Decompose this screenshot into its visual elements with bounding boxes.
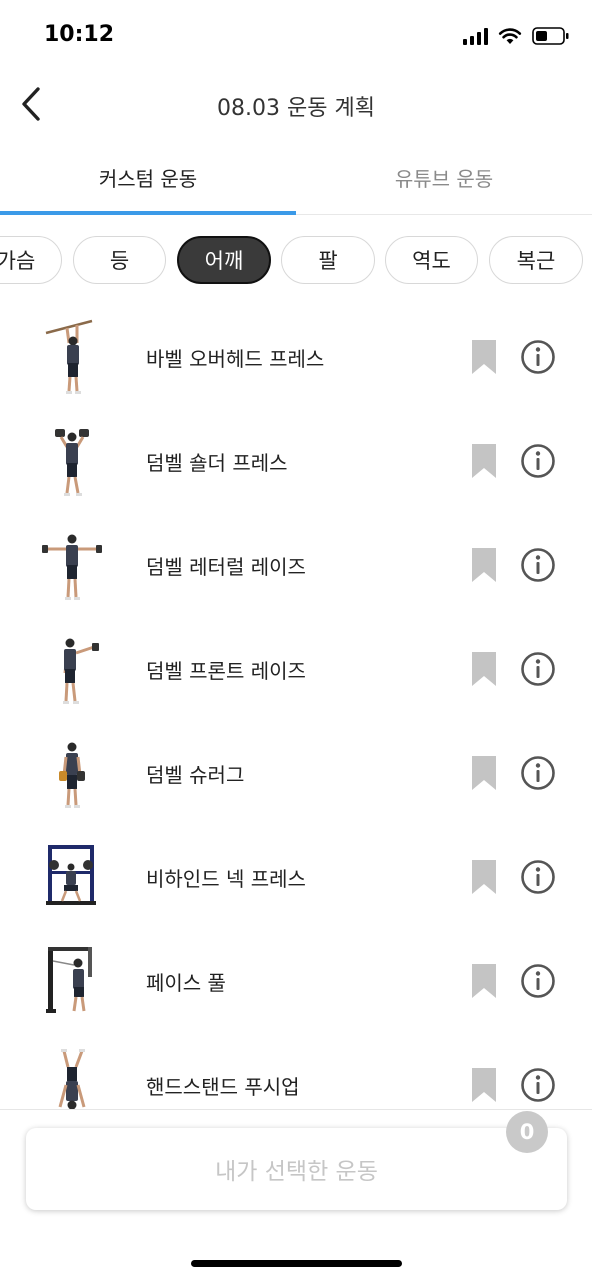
screen: 10:12 08.03 운동 계획 커스텀 운동 유튜브 운동 가슴 등 어깨 … [0,0,592,1280]
bookmark-icon[interactable] [471,547,497,583]
exercise-name: 덤벨 레터럴 레이즈 [146,555,306,579]
status-bar: 10:12 [0,0,592,72]
exercise-row-dumbbell-lateral-raise[interactable]: 덤벨 레터럴 레이즈 [0,513,592,617]
exercise-row-barbell-overhead-press[interactable]: 바벨 오버헤드 프레스 [0,305,592,409]
battery-icon [532,27,569,45]
info-icon[interactable] [520,963,556,999]
dumbbell-lateral-raise-photo [42,534,102,600]
face-pull-photo [46,947,92,1013]
exercise-name: 덤벨 슈러그 [146,763,245,787]
status-time: 10:12 [44,22,115,47]
exercise-name: 덤벨 숄더 프레스 [146,451,288,475]
category-chips: 가슴 등 어깨 팔 역도 복근 [0,236,592,286]
divider [0,1109,592,1110]
header: 08.03 운동 계획 [0,72,592,136]
exercise-name: 비하인드 넥 프레스 [146,867,306,891]
info-icon[interactable] [520,651,556,687]
active-tab-indicator [0,211,296,215]
exercise-row-face-pull[interactable]: 페이스 풀 [0,929,592,1033]
bookmark-icon[interactable] [471,443,497,479]
exercise-name: 바벨 오버헤드 프레스 [146,347,325,371]
info-icon[interactable] [520,755,556,791]
bookmark-icon[interactable] [471,859,497,895]
tab-custom-exercise[interactable]: 커스텀 운동 [0,140,296,214]
my-selected-exercises-label: 내가 선택한 운동 [215,1159,378,1185]
dumbbell-shrug-photo [59,742,85,808]
exercise-name: 덤벨 프론트 레이즈 [146,659,306,683]
exercise-name: 페이스 풀 [146,971,226,995]
status-icons [463,24,570,48]
info-icon[interactable] [520,1067,556,1103]
info-icon[interactable] [520,547,556,583]
bookmark-icon[interactable] [471,963,497,999]
cellular-signal-icon [463,27,488,45]
bookmark-icon[interactable] [471,339,497,375]
chip-weightlifting[interactable]: 역도 [385,236,478,284]
chip-shoulder[interactable]: 어깨 [177,236,271,284]
chip-arm[interactable]: 팔 [281,236,375,284]
bookmark-icon[interactable] [471,1067,497,1103]
dumbbell-front-raise-photo [63,638,99,704]
home-indicator [191,1260,402,1267]
exercise-name: 핸드스탠드 푸시업 [146,1075,300,1099]
selected-count-badge: 0 [506,1111,548,1153]
tab-youtube-exercise[interactable]: 유튜브 운동 [296,140,592,214]
exercise-row-handstand-pushup[interactable]: 핸드스탠드 푸시업 [0,1033,592,1109]
page-title: 08.03 운동 계획 [217,96,375,121]
exercise-row-dumbbell-shoulder-press[interactable]: 덤벨 숄더 프레스 [0,409,592,513]
tab-bar: 커스텀 운동 유튜브 운동 [0,140,592,215]
exercise-list: 바벨 오버헤드 프레스 덤벨 숄더 프레스 덤벨 레터럴 레이즈 덤벨 프론트 … [0,305,592,1109]
exercise-row-behind-neck-press[interactable]: 비하인드 넥 프레스 [0,825,592,929]
exercise-row-dumbbell-shrug[interactable]: 덤벨 슈러그 [0,721,592,825]
bookmark-icon[interactable] [471,755,497,791]
info-icon[interactable] [520,339,556,375]
barbell-overhead-press-photo [45,319,93,394]
info-icon[interactable] [520,859,556,895]
dumbbell-shoulder-press-photo [55,429,89,496]
chip-back[interactable]: 등 [73,236,166,284]
bookmark-icon[interactable] [471,651,497,687]
exercise-row-dumbbell-front-raise[interactable]: 덤벨 프론트 레이즈 [0,617,592,721]
chip-abs[interactable]: 복근 [489,236,583,284]
info-icon[interactable] [520,443,556,479]
handstand-pushup-photo [58,1049,86,1109]
chip-chest[interactable]: 가슴 [0,236,62,284]
wifi-icon [498,28,522,44]
my-selected-exercises-button[interactable]: 내가 선택한 운동 [26,1128,567,1210]
behind-neck-press-photo [46,845,96,905]
